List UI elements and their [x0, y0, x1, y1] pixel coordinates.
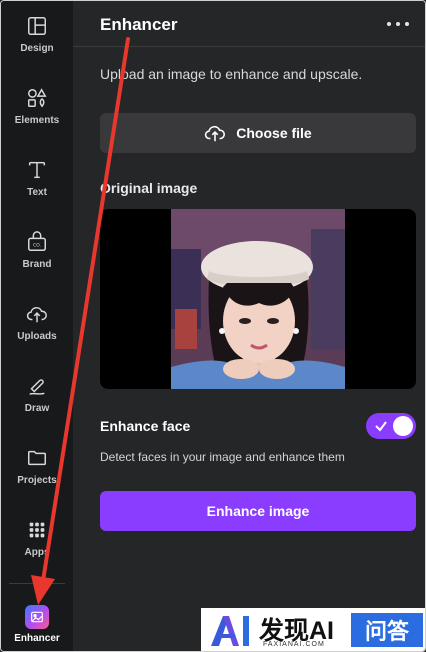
enhance-image-button[interactable]: Enhance image — [100, 491, 416, 531]
sidebar-item-uploads[interactable]: Uploads — [1, 295, 73, 355]
sidebar-item-label: Text — [27, 187, 47, 198]
sidebar-item-label: Design — [20, 43, 54, 54]
watermark-subtitle: FAXIANAI.COM — [263, 641, 325, 648]
original-image-preview — [100, 209, 416, 389]
sidebar: Design Elements Text CO. Brand Uploads D… — [1, 1, 73, 651]
text-icon — [24, 157, 50, 183]
app-window: Design Elements Text CO. Brand Uploads D… — [0, 0, 426, 652]
dot-icon — [405, 22, 409, 26]
apps-grid-icon — [24, 517, 50, 543]
sidebar-item-label: Brand — [22, 259, 52, 270]
watermark-badge-text: 问答 — [364, 619, 409, 644]
cloud-upload-icon — [205, 125, 226, 142]
sidebar-item-label: Enhancer — [14, 633, 60, 644]
sidebar-item-projects[interactable]: Projects — [1, 439, 73, 499]
sidebar-item-label: Projects — [17, 475, 57, 486]
panel-header: Enhancer — [73, 1, 425, 47]
sidebar-item-label: Draw — [24, 403, 50, 414]
sidebar-item-brand[interactable]: CO. Brand — [1, 223, 73, 283]
sidebar-item-label: Elements — [14, 115, 60, 126]
sidebar-item-design[interactable]: Design — [1, 7, 73, 67]
choose-file-button[interactable]: Choose file — [100, 113, 416, 153]
sidebar-item-label: Apps — [24, 547, 50, 558]
more-options-button[interactable] — [387, 15, 409, 33]
sidebar-item-draw[interactable]: Draw — [1, 367, 73, 427]
dot-icon — [396, 22, 400, 26]
watermark-banner: 发现AI FAXIANAI.COM 问答 — [201, 608, 425, 651]
sidebar-item-enhancer[interactable]: Enhancer — [1, 599, 73, 651]
sidebar-item-label: Uploads — [17, 331, 57, 342]
toggle-knob — [393, 416, 413, 436]
folder-icon — [24, 445, 50, 471]
enhance-face-toggle[interactable] — [366, 413, 416, 439]
sidebar-item-elements[interactable]: Elements — [1, 79, 73, 139]
sidebar-divider — [9, 583, 65, 584]
enhancer-panel: Enhancer Upload an image to enhance and … — [73, 1, 425, 651]
choose-file-label: Choose file — [236, 125, 312, 141]
brand-icon: CO. — [24, 229, 50, 255]
panel-title: Enhancer — [100, 15, 178, 34]
portrait-photo — [171, 209, 345, 389]
watermark-badge: 问答 — [351, 613, 423, 647]
enhance-face-label: Enhance face — [100, 418, 191, 434]
enhance-face-description: Detect faces in your image and enhance t… — [100, 450, 345, 464]
intro-text: Upload an image to enhance and upscale. — [100, 66, 363, 82]
faxianai-logo-icon — [211, 616, 249, 646]
enhance-image-label: Enhance image — [206, 503, 310, 519]
shapes-icon — [24, 85, 50, 111]
dot-icon — [387, 22, 391, 26]
cloud-upload-icon — [24, 301, 50, 327]
layout-icon — [24, 13, 50, 39]
sidebar-item-text[interactable]: Text — [1, 151, 73, 211]
check-icon — [375, 421, 387, 432]
original-image-label: Original image — [100, 180, 198, 196]
sidebar-item-apps[interactable]: Apps — [1, 511, 73, 571]
pen-icon — [24, 373, 50, 399]
svg-text:CO.: CO. — [33, 243, 41, 249]
enhancer-app-icon — [25, 605, 49, 629]
